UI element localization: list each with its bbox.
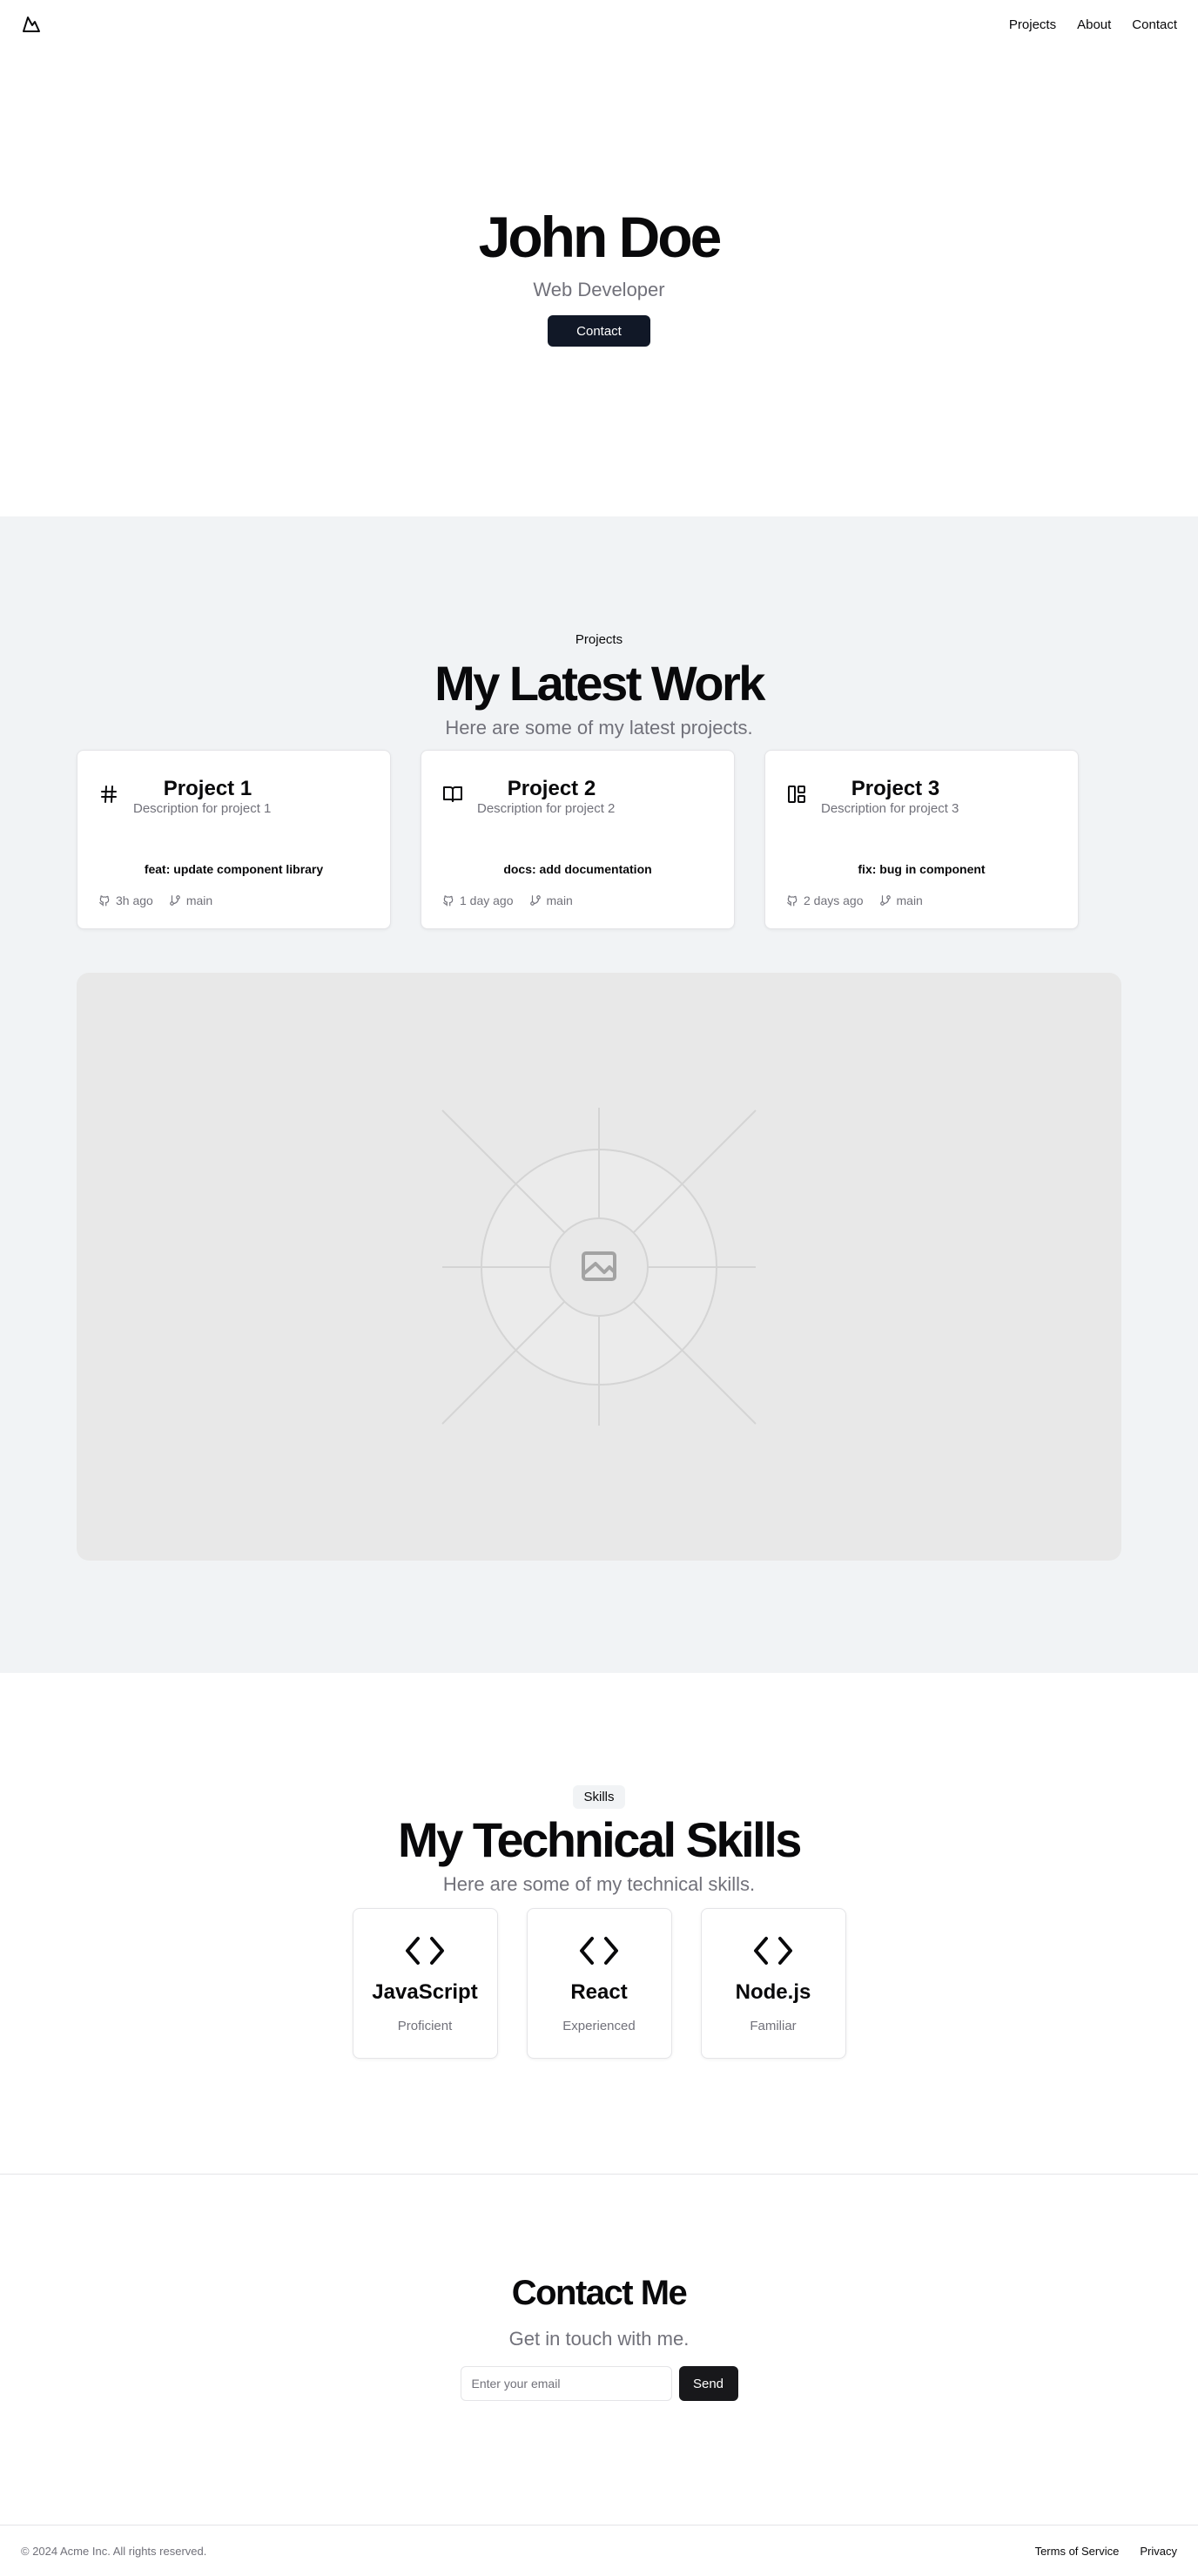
skill-name: React bbox=[570, 1980, 628, 2004]
project-commit: fix: bug in component bbox=[858, 862, 986, 876]
site-header: Projects About Contact bbox=[0, 0, 1198, 49]
skill-name: JavaScript bbox=[372, 1980, 478, 2004]
code-icon bbox=[580, 1937, 618, 1965]
contact-subtitle: Get in touch with me. bbox=[508, 2328, 690, 2350]
skills-title: My Technical Skills bbox=[398, 1812, 802, 1867]
main-nav: Projects About Contact bbox=[1009, 17, 1177, 32]
footer-nav: Terms of Service Privacy bbox=[1035, 2545, 1177, 2558]
project-meta: 1 day ago main bbox=[442, 894, 573, 907]
code-icon bbox=[754, 1937, 792, 1965]
skill-cards: JavaScript Proficient React Experienced … bbox=[352, 1908, 846, 2059]
site-footer: © 2024 Acme Inc. All rights reserved. Te… bbox=[0, 2525, 1198, 2576]
project-updated: 2 days ago bbox=[804, 894, 864, 907]
project-branch: main bbox=[896, 894, 923, 907]
contact-section: Contact Me Get in touch with me. Send bbox=[0, 2174, 1198, 2525]
copyright-text: © 2024 Acme Inc. All rights reserved. bbox=[21, 2544, 207, 2558]
project-commit: feat: update component library bbox=[144, 862, 324, 876]
skills-section: Skills My Technical Skills Here are some… bbox=[0, 1673, 1198, 2174]
skill-level: Proficient bbox=[397, 2019, 453, 2033]
code-icon bbox=[406, 1937, 444, 1965]
skill-level: Familiar bbox=[750, 2019, 797, 2033]
github-icon bbox=[443, 895, 454, 907]
skill-level: Experienced bbox=[562, 2019, 636, 2033]
hero-contact-button[interactable]: Contact bbox=[548, 315, 650, 347]
skills-badge: Skills bbox=[573, 1785, 625, 1809]
git-branch-icon bbox=[879, 895, 891, 906]
skill-card: React Experienced bbox=[526, 1908, 672, 2059]
project-card[interactable]: Project 1 Description for project 1 feat… bbox=[77, 750, 391, 929]
hero-name: John Doe bbox=[478, 205, 723, 269]
project-commit: docs: add documentation bbox=[503, 862, 652, 876]
project-description: Description for project 3 bbox=[821, 801, 959, 816]
email-input[interactable] bbox=[460, 2366, 672, 2401]
send-button[interactable]: Send bbox=[678, 2366, 738, 2401]
image-placeholder bbox=[77, 973, 1121, 1561]
nav-link-projects[interactable]: Projects bbox=[1009, 17, 1056, 32]
github-icon bbox=[787, 895, 798, 907]
placeholder-graphic bbox=[441, 1108, 757, 1426]
mountain-logo-icon bbox=[23, 17, 40, 32]
hero-section: John Doe Web Developer Contact bbox=[0, 49, 1198, 516]
skill-card: JavaScript Proficient bbox=[352, 1908, 498, 2059]
project-title: Project 3 bbox=[851, 777, 940, 800]
skills-subtitle: Here are some of my technical skills. bbox=[442, 1873, 756, 1895]
contact-form: Send bbox=[460, 2366, 738, 2401]
project-description: Description for project 1 bbox=[133, 801, 272, 816]
project-title: Project 1 bbox=[163, 777, 252, 800]
project-description: Description for project 2 bbox=[477, 801, 616, 816]
project-title: Project 2 bbox=[507, 777, 596, 800]
project-card[interactable]: Project 2 Description for project 2 docs… bbox=[421, 750, 735, 929]
project-meta: 3h ago main bbox=[98, 894, 212, 907]
projects-title: My Latest Work bbox=[434, 656, 765, 711]
hero-role: Web Developer bbox=[533, 279, 665, 300]
contact-title: Contact Me bbox=[511, 2274, 688, 2312]
footer-link-terms[interactable]: Terms of Service bbox=[1035, 2545, 1120, 2558]
project-branch: main bbox=[185, 894, 213, 907]
nav-link-contact[interactable]: Contact bbox=[1132, 17, 1177, 32]
project-cards: Project 1 Description for project 1 feat… bbox=[77, 750, 1079, 929]
git-branch-icon bbox=[529, 895, 541, 906]
footer-link-privacy[interactable]: Privacy bbox=[1140, 2545, 1177, 2558]
projects-subtitle: Here are some of my latest projects. bbox=[445, 717, 753, 738]
projects-tag: Projects bbox=[575, 632, 623, 647]
project-updated: 3h ago bbox=[116, 894, 153, 907]
skill-card: Node.js Familiar bbox=[700, 1908, 846, 2059]
project-meta: 2 days ago main bbox=[786, 894, 923, 907]
logo-link[interactable] bbox=[21, 14, 42, 35]
skill-name: Node.js bbox=[735, 1980, 811, 2004]
project-card[interactable]: Project 3 Description for project 3 fix:… bbox=[764, 750, 1079, 929]
nav-link-about[interactable]: About bbox=[1077, 17, 1111, 32]
project-branch: main bbox=[546, 894, 573, 907]
github-icon bbox=[99, 895, 110, 907]
projects-section: Projects My Latest Work Here are some of… bbox=[0, 516, 1198, 1673]
project-updated: 1 day ago bbox=[460, 894, 514, 907]
git-branch-icon bbox=[169, 895, 180, 906]
